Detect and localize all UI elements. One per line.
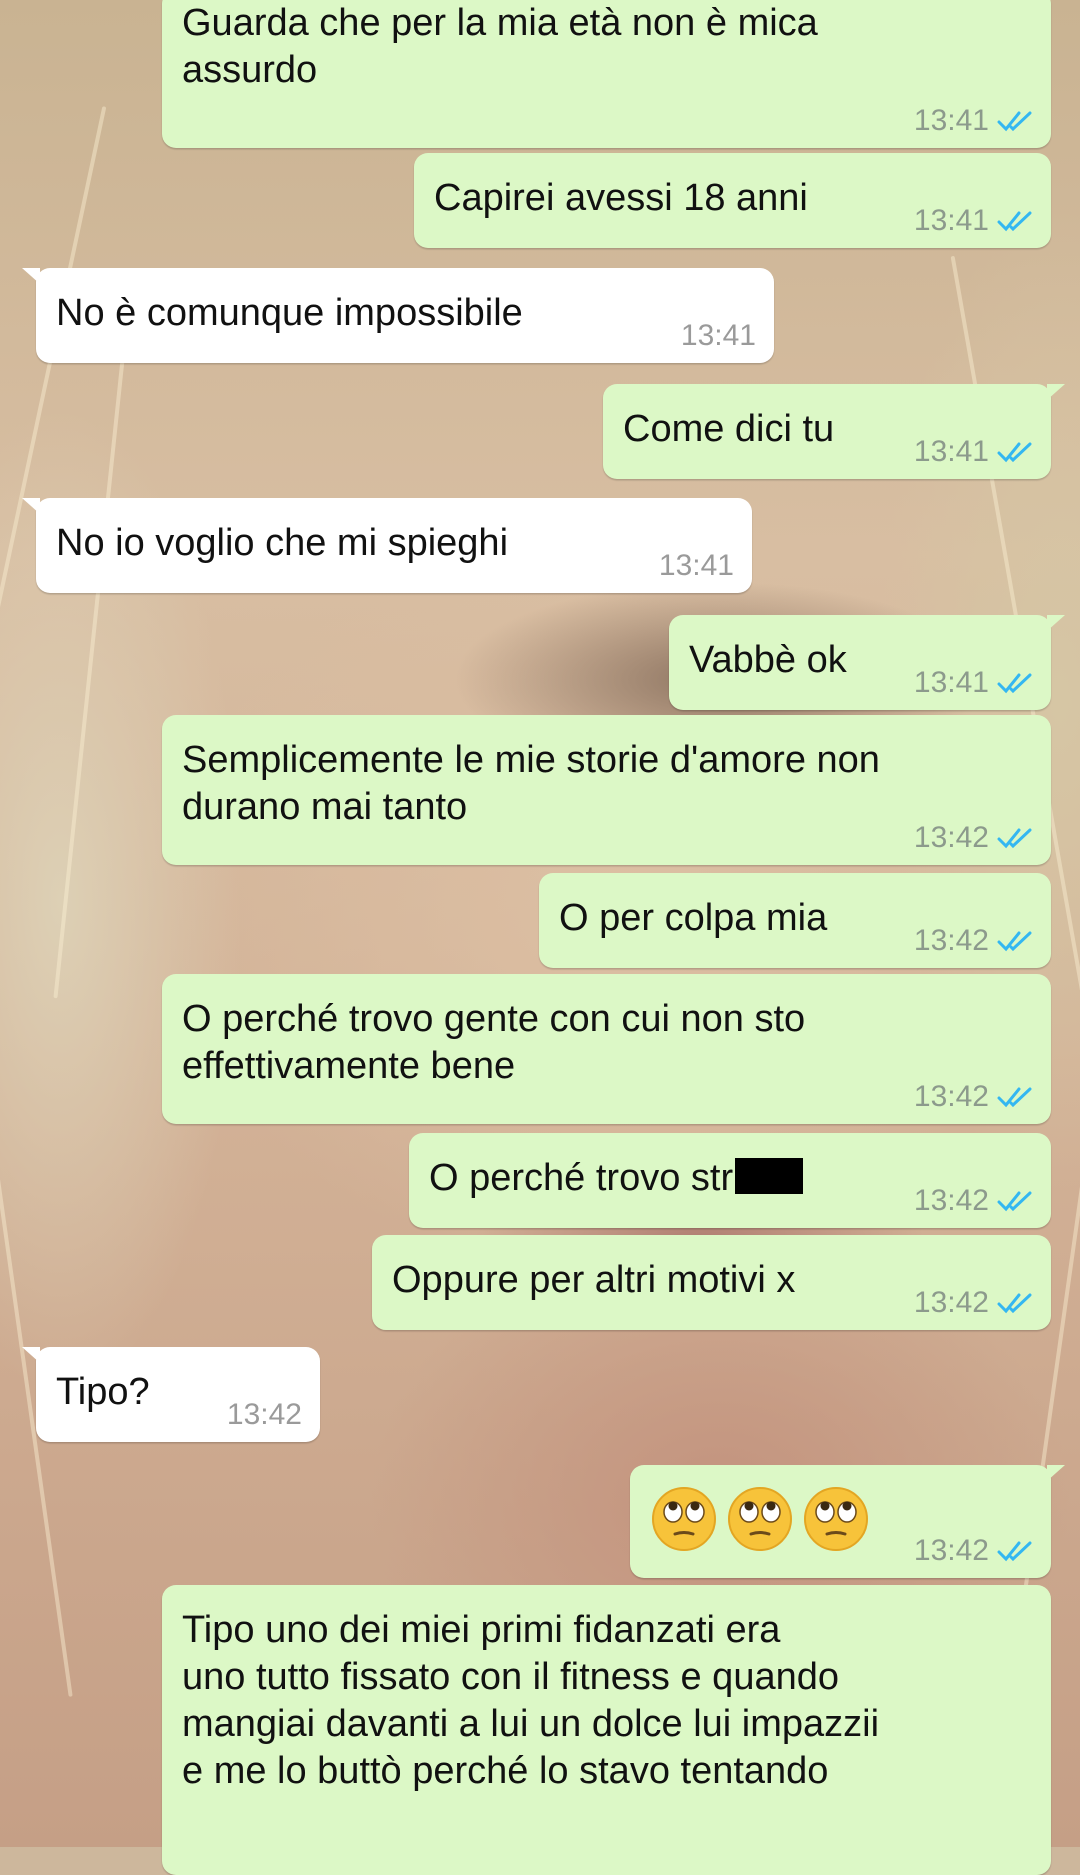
message-timestamp: 13:41 (913, 666, 989, 699)
message-timestamp: 13:42 (913, 821, 989, 854)
double-check-icon (997, 209, 1033, 233)
double-check-icon (997, 440, 1033, 464)
message-meta: 13:41 (914, 666, 1033, 700)
incoming-message[interactable]: No io voglio che mi spieghi 13:41 (22, 498, 752, 593)
outgoing-message[interactable]: Come dici tu 13:41 (603, 384, 1065, 479)
message-text: effettivamente bene (182, 1045, 516, 1087)
double-check-icon (997, 671, 1033, 695)
message-text: Come dici tu (623, 408, 835, 450)
face-with-rolling-eyes-icon (650, 1485, 718, 1553)
outgoing-message[interactable]: Oppure per altri motivi x 13:42 (372, 1235, 1051, 1330)
message-text: Oppure per altri motivi x (392, 1259, 796, 1301)
message-timestamp: 13:41 (680, 319, 756, 352)
message-meta: 13:41 (914, 435, 1033, 469)
double-check-icon (997, 826, 1033, 850)
message-meta: 13:42 (914, 924, 1033, 958)
outgoing-message[interactable]: Tipo uno dei miei primi fidanzati era uno… (162, 1585, 1051, 1875)
message-timestamp: 13:42 (913, 1286, 989, 1319)
double-check-icon (997, 1291, 1033, 1315)
message-text: Tipo? (56, 1371, 150, 1413)
message-meta: 13:42 (914, 1286, 1033, 1320)
message-timestamp: 13:42 (913, 924, 989, 957)
outgoing-message[interactable]: O perché trovo str 13:42 (409, 1133, 1051, 1228)
double-check-icon (997, 1085, 1033, 1109)
outgoing-message[interactable]: Guarda che per la mia età non è mica assu… (162, 0, 1051, 148)
message-meta: 13:42 (914, 821, 1033, 855)
message-meta: 13:42 (914, 1080, 1033, 1114)
message-timestamp: 13:42 (913, 1080, 989, 1113)
outgoing-message[interactable]: Capirei avessi 18 anni 13:41 (414, 153, 1051, 248)
message-meta: 13:42 (227, 1398, 302, 1432)
message-timestamp: 13:42 (226, 1398, 302, 1431)
message-text: durano mai tanto (182, 786, 468, 828)
message-meta: 13:42 (914, 1534, 1033, 1568)
message-text: Semplicemente le mie storie d'amore non (182, 739, 880, 781)
outgoing-message[interactable]: O perché trovo gente con cui non sto effe… (162, 974, 1051, 1124)
outgoing-message[interactable]: Vabbè ok 13:41 (669, 615, 1065, 710)
message-text: e me lo buttò perché lo stavo tentando (182, 1750, 829, 1792)
emoji-row (650, 1485, 870, 1553)
message-text: Vabbè ok (689, 639, 847, 681)
message-text: uno tutto fissato con il fitness e quand… (182, 1656, 839, 1698)
incoming-message[interactable]: Tipo? 13:42 (22, 1347, 320, 1442)
message-meta: 13:42 (914, 1184, 1033, 1218)
outgoing-message[interactable]: O per colpa mia 13:42 (539, 873, 1051, 968)
message-timestamp: 13:42 (913, 1534, 989, 1567)
message-text: O perché trovo str (429, 1155, 804, 1202)
double-check-icon (997, 1539, 1033, 1563)
double-check-icon (997, 109, 1033, 133)
message-timestamp: 13:42 (913, 1184, 989, 1217)
double-check-icon (997, 1189, 1033, 1213)
outgoing-message[interactable]: 13:42 (630, 1465, 1065, 1578)
message-meta: 13:41 (681, 319, 756, 353)
message-meta: 13:41 (659, 549, 734, 583)
message-timestamp: 13:41 (913, 435, 989, 468)
outgoing-message[interactable]: Semplicemente le mie storie d'amore non d… (162, 715, 1051, 865)
message-timestamp: 13:41 (658, 549, 734, 582)
message-timestamp: 13:41 (913, 204, 989, 237)
message-text: O per colpa mia (559, 897, 828, 939)
redaction-bar (735, 1158, 804, 1194)
message-timestamp: 13:41 (913, 104, 989, 137)
face-with-rolling-eyes-icon (726, 1485, 794, 1553)
message-text: No è comunque impossibile (56, 292, 523, 334)
message-meta: 13:41 (914, 104, 1033, 138)
incoming-message[interactable]: No è comunque impossibile 13:41 (22, 268, 774, 363)
message-text: O perché trovo gente con cui non sto (182, 998, 806, 1040)
double-check-icon (997, 929, 1033, 953)
message-text: Tipo uno dei miei primi fidanzati era (182, 1609, 781, 1651)
message-text: assurdo (182, 49, 318, 91)
message-text: Capirei avessi 18 anni (434, 177, 808, 219)
message-meta: 13:41 (914, 204, 1033, 238)
message-text: Guarda che per la mia età non è mica (182, 2, 818, 44)
face-with-rolling-eyes-icon (802, 1485, 870, 1553)
message-text: mangiai davanti a lui un dolce lui impaz… (182, 1703, 880, 1745)
message-text: No io voglio che mi spieghi (56, 522, 509, 564)
